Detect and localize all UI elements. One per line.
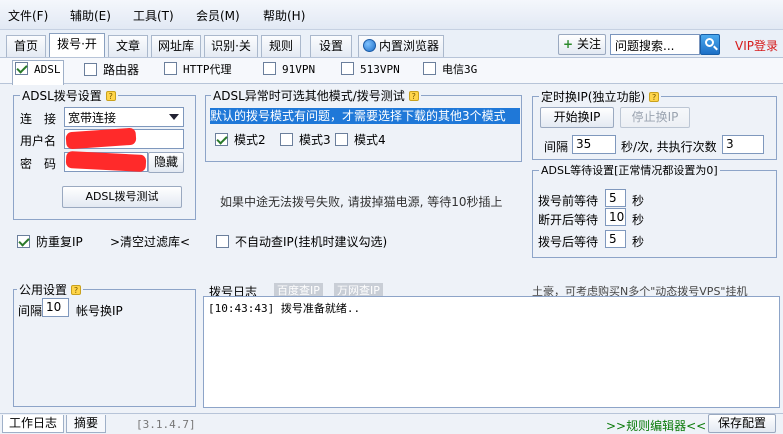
checkbox-icon — [17, 235, 30, 248]
mode4-checkbox[interactable]: 模式4 — [335, 131, 386, 148]
menu-member[interactable]: 会员(M) — [196, 7, 240, 24]
search-button[interactable] — [700, 34, 720, 55]
globe-icon — [362, 39, 376, 52]
subtab-513vpn[interactable]: 513VPN — [341, 61, 400, 81]
stop-change-ip-button[interactable]: 停止换IP — [620, 107, 690, 128]
subtab-91vpn-label: 91VPN — [282, 63, 316, 76]
tab-article[interactable]: 文章 — [108, 35, 148, 57]
wait-after-dial-unit: 秒 — [632, 235, 645, 249]
dial-log-area[interactable]: [10:43:43] 拨号准备就绪.. — [203, 296, 780, 408]
checkbox-icon — [335, 133, 348, 146]
tab-summary[interactable]: 摘要 — [66, 415, 106, 433]
save-config-button[interactable]: 保存配置 — [708, 414, 776, 433]
wait-before-dial-field[interactable]: 5 — [605, 189, 626, 207]
timer-per-label: 秒/次, 共执行次数 — [621, 140, 717, 154]
checkbox-icon — [216, 235, 229, 248]
subtab-adsl-label: ADSL — [34, 63, 61, 76]
wait-after-disconnect-field[interactable]: 10 — [605, 208, 626, 226]
timer-ip-change-title: 定时换IP(独立功能)? — [539, 88, 662, 105]
adsl-alt-mode-group: ADSL异常时可选其他模式/拨号测试? — [205, 87, 522, 162]
help-icon[interactable]: ? — [105, 91, 116, 101]
help-icon[interactable]: ? — [649, 92, 660, 102]
tab-builtin-browser-label: 内置浏览器 — [378, 39, 439, 53]
subtab-adsl[interactable]: ADSL — [12, 60, 64, 85]
menubar: 文件(F) 辅助(E) 工具(T) 会员(M) 帮助(H) — [0, 0, 783, 30]
adsl-dial-test-button[interactable]: ADSL拨号测试 — [62, 186, 182, 208]
timer-count-field[interactable]: 3 — [722, 135, 764, 154]
wait-after-dial-field[interactable]: 5 — [605, 230, 626, 248]
tab-rules[interactable]: 规则 — [261, 35, 301, 57]
subtab-telecom-3g[interactable]: 电信3G — [423, 61, 477, 81]
public-settings-title: 公用设置? — [17, 281, 84, 298]
vip-login-link[interactable]: VIP登录 — [735, 37, 778, 54]
tab-work-log[interactable]: 工作日志 — [2, 415, 64, 433]
chevron-down-icon — [169, 114, 179, 120]
subtab-http-proxy[interactable]: HTTP代理 — [164, 61, 232, 81]
start-change-ip-button[interactable]: 开始换IP — [540, 107, 614, 128]
plus-icon: + — [563, 37, 574, 51]
connection-type-tabbar: ADSL 路由器 HTTP代理 91VPN 513VPN 电信3G — [0, 57, 783, 85]
menu-file[interactable]: 文件(F) — [8, 7, 48, 24]
alt-mode-notice: 默认的拨号模式有问题，才需要选择下载的其他3个模式 — [210, 108, 520, 124]
checkbox-icon — [423, 62, 436, 75]
search-input[interactable]: 问题搜索... — [610, 34, 700, 55]
username-label: 用户名 — [20, 134, 57, 148]
menu-help[interactable]: 帮助(H) — [263, 7, 305, 24]
checkbox-icon — [15, 62, 28, 75]
follow-button[interactable]: + 关注 — [558, 34, 606, 55]
clear-filter-link[interactable]: >清空过滤库< — [110, 233, 190, 250]
help-icon[interactable]: ? — [71, 285, 82, 295]
checkbox-icon — [280, 133, 293, 146]
connect-label: 连 接 — [20, 112, 57, 126]
no-auto-check-ip-checkbox[interactable]: 不自动查IP(挂机时建议勾选) — [216, 233, 387, 250]
log-entry: [10:43:43] 拨号准备就绪.. — [208, 302, 361, 315]
tab-home[interactable]: 首页 — [6, 35, 46, 57]
mode3-checkbox[interactable]: 模式3 — [280, 131, 331, 148]
timer-interval-label: 间隔 — [544, 140, 569, 154]
follow-button-label: 关注 — [576, 37, 601, 51]
checkbox-icon — [164, 62, 177, 75]
adsl-alt-mode-title: ADSL异常时可选其他模式/拨号测试? — [211, 87, 421, 104]
subtab-91vpn[interactable]: 91VPN — [263, 61, 315, 81]
public-interval-label: 间隔 — [18, 304, 43, 318]
checkbox-icon — [215, 133, 228, 146]
subtab-http-proxy-label: HTTP代理 — [183, 63, 232, 76]
checkbox-icon — [341, 62, 354, 75]
menu-tools[interactable]: 工具(T) — [133, 7, 174, 24]
prevent-repeat-ip-checkbox[interactable]: 防重复IP — [17, 233, 83, 250]
wait-before-dial-unit: 秒 — [632, 194, 645, 208]
connection-select-value: 宽带连接 — [68, 111, 117, 125]
mode2-checkbox[interactable]: 模式2 — [215, 131, 266, 148]
timer-interval-field[interactable]: 35 — [572, 135, 616, 154]
checkbox-icon — [263, 62, 276, 75]
adsl-wait-settings-title: ADSL等待设置[正常情况都设置为0] — [539, 162, 720, 178]
subtab-telecom-3g-label: 电信3G — [442, 63, 478, 76]
wait-after-disconnect-label: 断开后等待 — [538, 213, 599, 227]
password-label: 密 码 — [20, 157, 57, 171]
connection-select[interactable]: 宽带连接 — [64, 107, 184, 127]
subtab-router[interactable]: 路由器 — [84, 61, 139, 81]
tab-settings[interactable]: 设置 — [310, 35, 352, 57]
modem-hint-text: 如果中途无法拨号失败, 请拔掉猫电源, 等待10秒插上 — [220, 195, 503, 209]
checkbox-icon — [84, 63, 97, 76]
wait-before-dial-label: 拨号前等待 — [538, 194, 599, 208]
public-interval-field[interactable]: 10 — [42, 298, 69, 317]
tab-url-library[interactable]: 网址库 — [151, 35, 201, 57]
wait-after-dial-label: 拨号后等待 — [538, 235, 599, 249]
tab-dial[interactable]: 拨号·开 — [49, 33, 105, 58]
public-interval-suffix: 帐号换IP — [76, 304, 123, 318]
tab-builtin-browser[interactable]: 内置浏览器 — [358, 35, 444, 57]
tab-recognize[interactable]: 识别·关 — [204, 35, 258, 57]
hide-password-button[interactable]: 隐藏 — [148, 152, 184, 173]
subtab-router-label: 路由器 — [103, 63, 140, 77]
subtab-513vpn-label: 513VPN — [360, 63, 400, 76]
menu-assist[interactable]: 辅助(E) — [70, 7, 111, 24]
wait-after-disconnect-unit: 秒 — [632, 213, 645, 227]
adsl-dial-settings-title: ADSL拨号设置? — [20, 87, 118, 104]
rule-editor-link[interactable]: >>规则编辑器<< — [606, 417, 706, 434]
version-label: [3.1.4.7] — [136, 418, 196, 431]
help-icon[interactable]: ? — [408, 91, 419, 101]
